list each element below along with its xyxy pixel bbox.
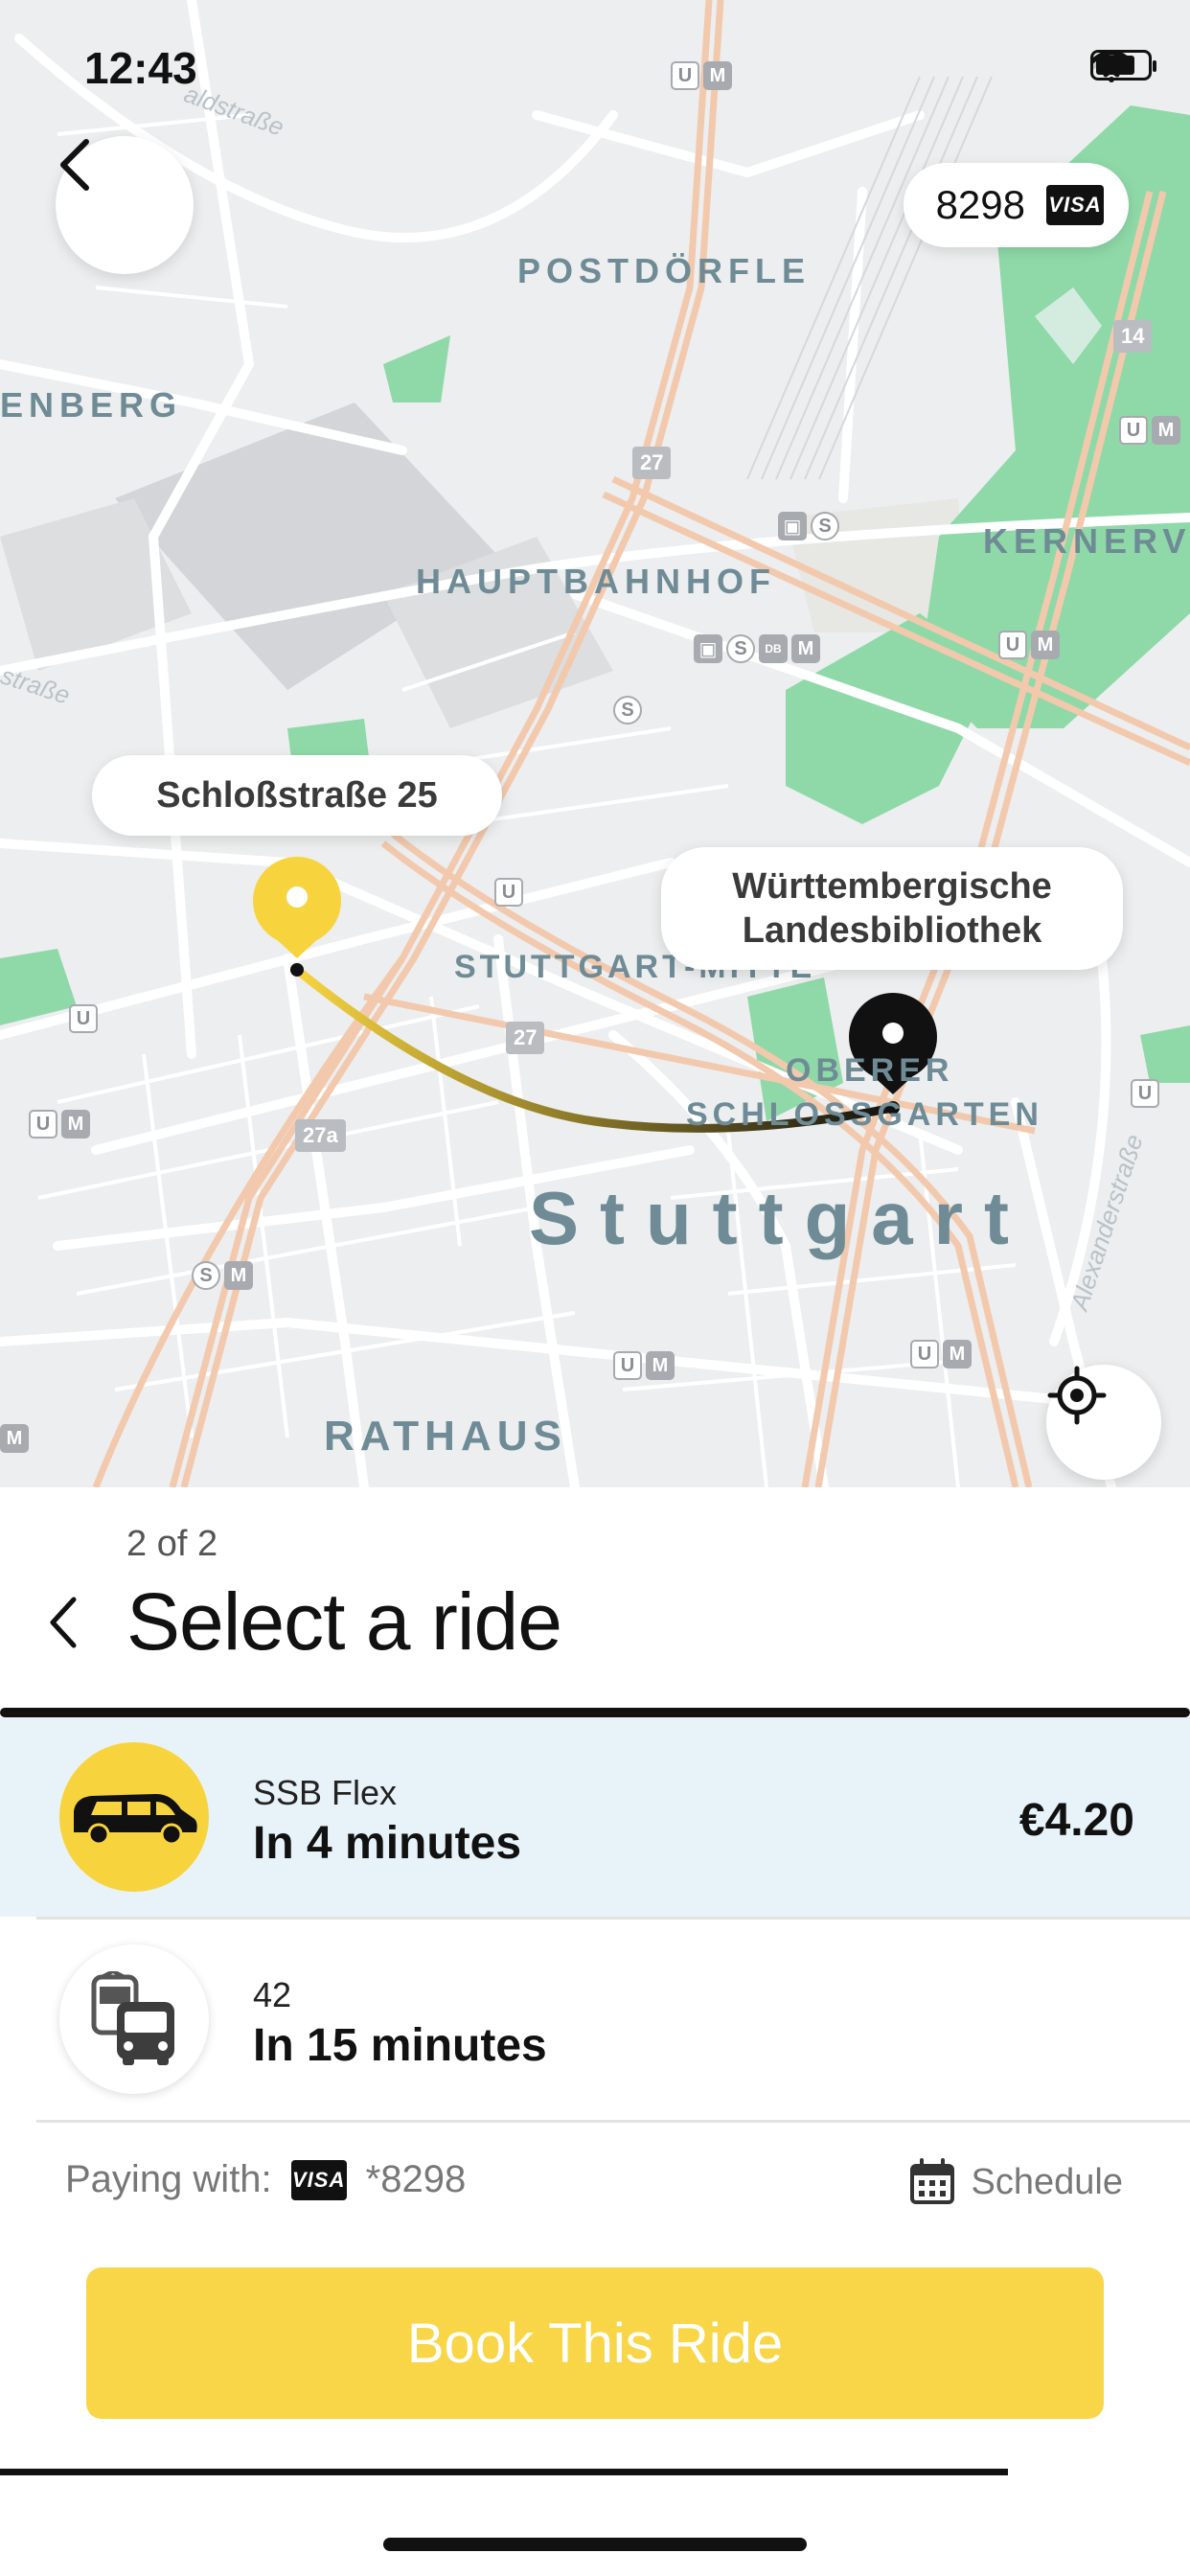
- crosshair-icon: [1047, 1366, 1107, 1425]
- visa-card-icon: VISA: [1046, 185, 1104, 225]
- transit-stop-icon: M: [0, 1424, 29, 1453]
- sheet-back-button[interactable]: [34, 1589, 92, 1656]
- ride-name: 42: [253, 1975, 292, 2014]
- calendar-icon: [909, 2158, 954, 2204]
- ride-option-bus-42[interactable]: 42 In 15 minutes: [0, 1920, 1190, 2119]
- transit-stop-icon: SM: [192, 1261, 253, 1290]
- van-icon: [59, 1742, 209, 1892]
- schedule-label: Schedule: [971, 2161, 1123, 2202]
- divider: [0, 2469, 1008, 2475]
- book-ride-button[interactable]: Book This Ride: [86, 2267, 1104, 2419]
- destination-callout-line: Württembergische: [732, 866, 1052, 907]
- transit-stop-icon: S: [613, 696, 642, 724]
- ride-selection-sheet: 2 of 2 Select a ride SSB Flex In 4 minut…: [0, 1487, 1190, 2576]
- origin-callout: Schloßstraße 25: [92, 755, 502, 836]
- map-view[interactable]: POSTDÖRFLE ENBERG HAUPTBAHNHOF KERNERVI …: [0, 0, 1190, 1487]
- payment-method-pill[interactable]: 8298 VISA: [903, 163, 1129, 247]
- map-label-rathaus: RATHAUS: [324, 1413, 567, 1460]
- card-masked-number: *8298: [365, 2158, 467, 2200]
- map-back-button[interactable]: [56, 136, 194, 274]
- divider: [36, 2120, 1190, 2123]
- chevron-left-icon: [60, 139, 89, 191]
- map-label-city: Stuttgart: [529, 1176, 1030, 1260]
- map-label-hauptbahnhof: HAUPTBAHNHOF: [416, 562, 776, 601]
- transit-stop-icon: UM: [29, 1110, 90, 1138]
- transit-stop-icon: UM: [910, 1340, 972, 1368]
- divider: [0, 1708, 1190, 1717]
- visa-card-icon: VISA: [290, 2159, 347, 2200]
- map-label-enberg: ENBERG: [0, 385, 183, 425]
- card-number: 8298: [935, 182, 1025, 227]
- transit-stop-icon: ▣ S: [778, 512, 839, 540]
- route-shield: 27: [632, 447, 672, 479]
- status-time: 12:43: [84, 43, 197, 93]
- bus-icon: [59, 1944, 209, 2094]
- payment-method[interactable]: Paying with: VISA *8298: [65, 2158, 466, 2201]
- status-icons: [1090, 50, 1156, 82]
- transit-stop-icon: UM: [613, 1351, 675, 1380]
- battery-icon: [1090, 50, 1156, 80]
- route-shield: 27: [506, 1022, 545, 1054]
- ride-name: SSB Flex: [253, 1773, 398, 1812]
- step-indicator: 2 of 2: [126, 1524, 218, 1564]
- map-label-oberer: OBERER: [786, 1052, 954, 1089]
- schedule-button[interactable]: Schedule: [908, 2158, 1123, 2206]
- ride-option-ssb-flex[interactable]: SSB Flex In 4 minutes €4.20: [0, 1717, 1190, 1917]
- map-label-schlossgarten: SCHLOSSGARTEN: [686, 1096, 1043, 1133]
- transit-stop-icon: U: [494, 878, 523, 907]
- ride-price: €4.20: [1018, 1795, 1134, 1846]
- chevron-left-icon: [50, 1597, 77, 1648]
- ride-eta: In 4 minutes: [253, 1818, 522, 1869]
- map-label-postdorfle: POSTDÖRFLE: [517, 251, 812, 290]
- transit-stop-icon: UM: [671, 61, 732, 90]
- route-shield: 27a: [295, 1119, 346, 1152]
- transit-stop-icon: ▣ S DB M: [694, 634, 820, 663]
- home-indicator[interactable]: [383, 2538, 807, 2551]
- ride-eta: In 15 minutes: [253, 2020, 547, 2071]
- destination-callout: Württembergische Landesbibliothek: [661, 847, 1123, 970]
- transit-stop-icon: UM: [998, 631, 1060, 659]
- map-label-kernervi: KERNERVI: [983, 521, 1190, 561]
- route-shield: 14: [1113, 320, 1153, 353]
- transit-stop-icon: U: [1131, 1079, 1159, 1108]
- paying-label: Paying with:: [65, 2158, 272, 2200]
- transit-stop-icon: UM: [1119, 416, 1180, 445]
- transit-stop-icon: U: [69, 1004, 98, 1033]
- destination-callout-line: Landesbibliothek: [742, 910, 1042, 951]
- locate-me-button[interactable]: [1046, 1365, 1161, 1480]
- page-title: Select a ride: [126, 1576, 562, 1667]
